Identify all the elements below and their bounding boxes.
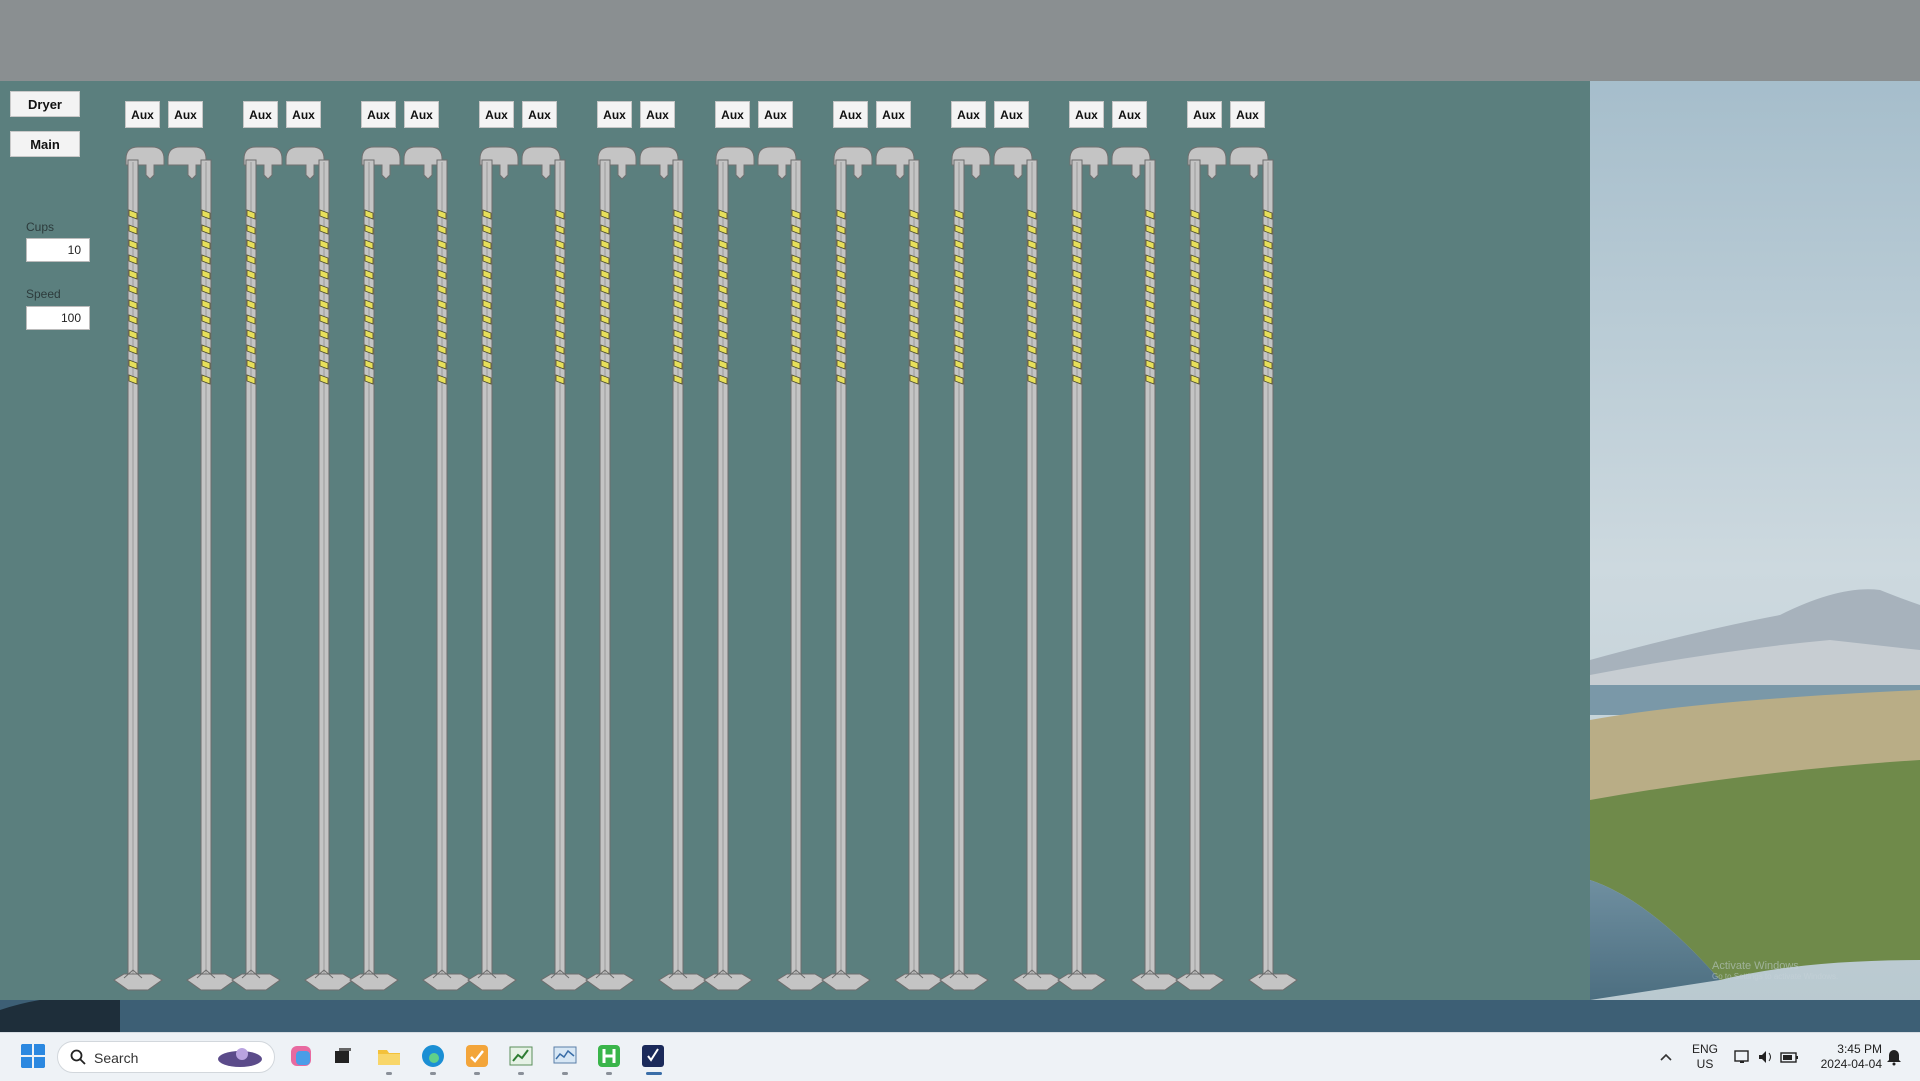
running-indicator xyxy=(518,1072,524,1075)
running-indicator xyxy=(646,1072,662,1075)
elevator-boot xyxy=(304,973,354,991)
running-indicator xyxy=(474,1072,480,1075)
chevron-up-icon[interactable] xyxy=(1659,1052,1673,1062)
elevator-head xyxy=(1111,146,1151,180)
file-explorer-icon[interactable] xyxy=(376,1043,402,1069)
elevator-boot xyxy=(186,973,236,991)
elevator-boot xyxy=(113,973,163,991)
elevator-boot xyxy=(1012,973,1062,991)
elevator-boot xyxy=(894,973,944,991)
taskbar: Search ENG US 3:45 PM 2024-04-04 xyxy=(0,1032,1920,1081)
app-orange-icon[interactable] xyxy=(464,1043,490,1069)
start-icon[interactable] xyxy=(20,1043,46,1069)
elevator-boot xyxy=(349,973,399,991)
taskbar-search-box[interactable]: Search xyxy=(57,1041,275,1073)
running-indicator xyxy=(430,1072,436,1075)
running-indicator xyxy=(386,1072,392,1075)
elevator-boot xyxy=(776,973,826,991)
bucket-elevator xyxy=(1175,146,1298,991)
search-icon xyxy=(70,1049,86,1065)
elevator-boot xyxy=(467,973,517,991)
elevator-boot xyxy=(231,973,281,991)
elevator-array xyxy=(113,146,1298,991)
app-checkmark-icon[interactable] xyxy=(640,1043,666,1069)
battery-icon[interactable] xyxy=(1780,1049,1800,1065)
elevator-boot xyxy=(1175,973,1225,991)
app-monitor-icon[interactable] xyxy=(552,1043,578,1069)
copilot-icon[interactable] xyxy=(288,1043,314,1069)
elevator-boot xyxy=(658,973,708,991)
bucket-elevator xyxy=(939,146,1062,991)
bucket-elevator xyxy=(703,146,826,991)
activate-windows-watermark: Activate Windows Go to Settings to activ… xyxy=(1712,960,1839,981)
search-highlight-icon xyxy=(218,1048,262,1067)
elevator-head xyxy=(167,146,207,180)
bucket-elevator xyxy=(467,146,590,991)
notification-bell-icon[interactable] xyxy=(1886,1048,1902,1066)
volume-icon[interactable] xyxy=(1757,1049,1775,1065)
elevator-boot xyxy=(1057,973,1107,991)
app-green-h-icon[interactable] xyxy=(596,1043,622,1069)
bucket-elevator xyxy=(1057,146,1180,991)
elevator-head xyxy=(757,146,797,180)
search-placeholder: Search xyxy=(94,1050,139,1066)
elevator-boot xyxy=(422,973,472,991)
bucket-elevator xyxy=(821,146,944,991)
elevator-boot xyxy=(703,973,753,991)
edge-icon[interactable] xyxy=(420,1043,446,1069)
bucket-elevator xyxy=(113,146,236,991)
elevator-head xyxy=(521,146,561,180)
bucket-elevator xyxy=(585,146,708,991)
task-view-icon[interactable] xyxy=(330,1043,356,1069)
elevator-head xyxy=(285,146,325,180)
elevator-boot xyxy=(1130,973,1180,991)
elevator-boot xyxy=(1248,973,1298,991)
elevator-head xyxy=(1229,146,1269,180)
elevator-boot xyxy=(540,973,590,991)
bucket-elevator xyxy=(231,146,354,991)
elevator-head xyxy=(639,146,679,180)
network-icon[interactable] xyxy=(1734,1049,1752,1065)
app-chart-icon[interactable] xyxy=(508,1043,534,1069)
clock[interactable]: 3:45 PM 2024-04-04 xyxy=(1806,1042,1882,1072)
language-indicator[interactable]: ENG US xyxy=(1690,1042,1720,1072)
elevator-head xyxy=(403,146,443,180)
elevator-head xyxy=(993,146,1033,180)
running-indicator xyxy=(606,1072,612,1075)
bucket-elevator xyxy=(349,146,472,991)
running-indicator xyxy=(562,1072,568,1075)
elevator-boot xyxy=(821,973,871,991)
elevator-head xyxy=(875,146,915,180)
elevator-boot xyxy=(939,973,989,991)
elevator-boot xyxy=(585,973,635,991)
